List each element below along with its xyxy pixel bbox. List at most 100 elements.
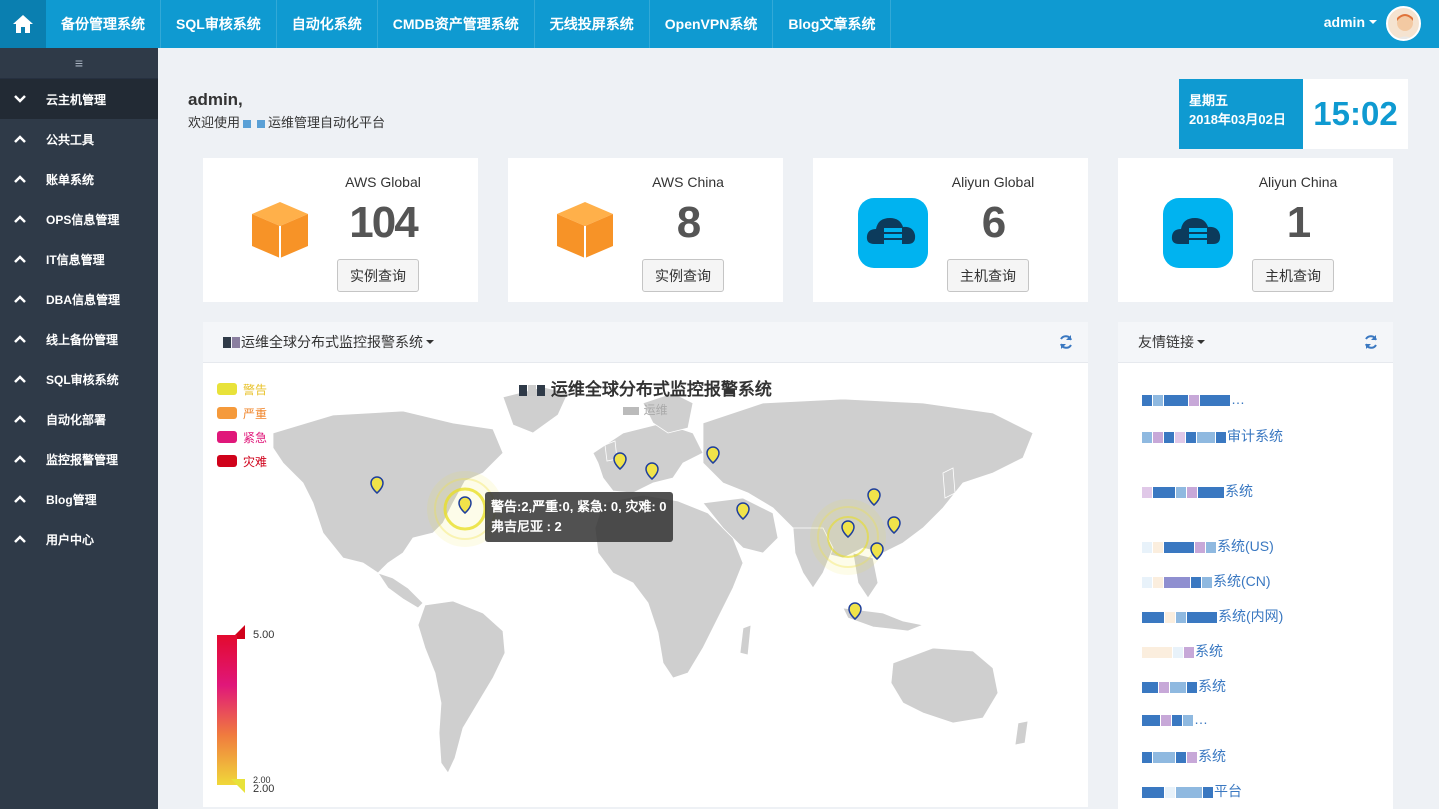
nav-backup[interactable]: 备份管理系统 bbox=[46, 0, 161, 48]
friend-link[interactable]: 系统(CN) bbox=[1142, 571, 1271, 591]
redacted-mark bbox=[519, 385, 528, 397]
nav-wireless-cast[interactable]: 无线投屏系统 bbox=[535, 0, 650, 48]
sidebar-item-online-backup[interactable]: 线上备份管理 bbox=[0, 319, 158, 359]
location-pins bbox=[370, 446, 901, 620]
legend-label: 严重 bbox=[243, 406, 268, 421]
friend-link[interactable]: 审计系统 bbox=[1142, 426, 1283, 446]
sidebar-item-label: 线上备份管理 bbox=[46, 332, 119, 347]
redacted-mark bbox=[257, 119, 266, 128]
refresh-icon[interactable] bbox=[1058, 334, 1074, 350]
pin-icon bbox=[645, 462, 659, 480]
instance-count: 104 bbox=[349, 198, 418, 247]
pin-icon bbox=[706, 446, 720, 464]
nav-openvpn[interactable]: OpenVPN系统 bbox=[650, 0, 774, 48]
chevron-down-icon bbox=[14, 95, 34, 103]
pin-icon bbox=[867, 488, 881, 506]
top-navbar: 备份管理系统 SQL审核系统 自动化系统 CMDB资产管理系统 无线投屏系统 O… bbox=[0, 0, 1439, 48]
sidebar-item-monitor-alarm[interactable]: 监控报警管理 bbox=[0, 439, 158, 479]
sidebar-item-label: SQL审核系统 bbox=[46, 372, 119, 387]
card-aliyun-china: Aliyun China 1 主机查询 bbox=[1118, 158, 1393, 302]
home-icon bbox=[13, 15, 33, 33]
friend-link[interactable]: 系统 bbox=[1142, 481, 1253, 501]
monitor-panel-header[interactable]: 运维全球分布式监控报警系统 bbox=[203, 322, 1088, 363]
instance-query-button[interactable]: 实例查询 bbox=[337, 259, 419, 292]
friend-link-text: 系统(内网) bbox=[1218, 608, 1284, 624]
redacted-mark bbox=[537, 385, 546, 397]
legend-item-disaster[interactable]: 灾难 bbox=[217, 449, 267, 473]
friend-link[interactable]: … bbox=[1142, 711, 1208, 727]
card-title: AWS Global bbox=[345, 174, 421, 190]
nav-cmdb[interactable]: CMDB资产管理系统 bbox=[378, 0, 535, 48]
world-map[interactable]: 运维全球分布式监控报警系统 运维 警告 严重 紧急 灾难 警告:2,严重:0, … bbox=[203, 363, 1088, 807]
avatar[interactable] bbox=[1386, 6, 1421, 41]
legend-swatch bbox=[217, 407, 237, 419]
pin-icon bbox=[841, 520, 855, 538]
sidebar-item-public-tools[interactable]: 公共工具 bbox=[0, 119, 158, 159]
welcome-username: admin, bbox=[188, 90, 243, 109]
nav-blog[interactable]: Blog文章系统 bbox=[773, 0, 892, 48]
links-panel-header[interactable]: 友情链接 bbox=[1118, 322, 1393, 363]
chevron-up-icon bbox=[14, 135, 34, 143]
chevron-up-icon bbox=[14, 375, 34, 383]
monitor-panel: 运维全球分布式监控报警系统 运维全球分布式监控报警系统 运维 警告 严重 紧急 … bbox=[203, 322, 1088, 807]
sidebar-item-billing[interactable]: 账单系统 bbox=[0, 159, 158, 199]
friend-link[interactable]: … bbox=[1142, 391, 1245, 407]
visual-map-min-label: 2.00 bbox=[253, 775, 271, 785]
friend-link-text: 系统 bbox=[1195, 643, 1223, 659]
card-title: AWS China bbox=[652, 174, 724, 190]
redacted-mark bbox=[623, 406, 640, 415]
sidebar-item-sql-audit[interactable]: SQL审核系统 bbox=[0, 359, 158, 399]
sidebar-item-dba-info[interactable]: DBA信息管理 bbox=[0, 279, 158, 319]
sidebar-toggle[interactable]: ≡ bbox=[0, 48, 158, 79]
map-tooltip: 警告:2,严重:0, 紧急: 0, 灾难: 0 弗吉尼亚 : 2 bbox=[485, 492, 673, 542]
chevron-up-icon bbox=[14, 215, 34, 223]
friend-link[interactable]: 系统 bbox=[1142, 676, 1226, 696]
sidebar-item-label: IT信息管理 bbox=[46, 252, 105, 267]
sidebar-item-blog[interactable]: Blog管理 bbox=[0, 479, 158, 519]
pin-icon bbox=[458, 496, 472, 514]
legend-item-warning[interactable]: 警告 bbox=[217, 377, 267, 401]
card-title: Aliyun China bbox=[1258, 174, 1338, 190]
pin-icon bbox=[370, 476, 384, 494]
range-handle-bottom-icon[interactable] bbox=[231, 779, 251, 793]
friend-link[interactable]: 系统 bbox=[1142, 641, 1223, 661]
friend-link-text: 系统(US) bbox=[1217, 538, 1274, 554]
friend-link[interactable]: 平台 bbox=[1142, 781, 1242, 801]
friend-link[interactable]: 系统 bbox=[1142, 746, 1226, 766]
sidebar-item-ops-info[interactable]: OPS信息管理 bbox=[0, 199, 158, 239]
sidebar-item-cloud-hosts[interactable]: 云主机管理 bbox=[0, 79, 158, 119]
card-aws-china: AWS China 8 实例查询 bbox=[508, 158, 783, 302]
welcome-prefix: 欢迎使用 bbox=[188, 115, 241, 130]
sidebar-item-label: 账单系统 bbox=[46, 172, 95, 187]
legend-item-severe[interactable]: 严重 bbox=[217, 401, 267, 425]
legend-label: 紧急 bbox=[243, 430, 268, 445]
sidebar: ≡ 云主机管理 公共工具 账单系统 OPS信息管理 IT信息管理 DBA信息管理… bbox=[0, 48, 158, 809]
map-subtitle-text: 运维 bbox=[643, 403, 668, 417]
instance-query-button[interactable]: 实例查询 bbox=[642, 259, 724, 292]
host-query-button[interactable]: 主机查询 bbox=[947, 259, 1029, 292]
sidebar-item-label: Blog管理 bbox=[46, 492, 97, 507]
legend-item-urgent[interactable]: 紧急 bbox=[217, 425, 267, 449]
nav-sql-audit[interactable]: SQL审核系统 bbox=[161, 0, 277, 48]
friend-link[interactable]: 系统(内网) bbox=[1142, 606, 1283, 626]
sidebar-item-it-info[interactable]: IT信息管理 bbox=[0, 239, 158, 279]
visual-map-range[interactable]: 5.00 2.00 2.00 bbox=[217, 625, 297, 799]
sidebar-item-user-center[interactable]: 用户中心 bbox=[0, 519, 158, 559]
redacted-mark bbox=[223, 336, 231, 348]
home-button[interactable] bbox=[0, 0, 46, 48]
nav-automation[interactable]: 自动化系统 bbox=[277, 0, 378, 48]
redacted-mark bbox=[232, 336, 240, 348]
sidebar-item-auto-deploy[interactable]: 自动化部署 bbox=[0, 399, 158, 439]
sidebar-item-label: DBA信息管理 bbox=[46, 292, 120, 307]
host-query-button[interactable]: 主机查询 bbox=[1252, 259, 1334, 292]
map-legend: 警告 严重 紧急 灾难 bbox=[217, 377, 267, 473]
friend-link-text: 系统 bbox=[1198, 678, 1226, 694]
friend-link[interactable]: 系统(US) bbox=[1142, 536, 1274, 556]
chevron-down-icon bbox=[426, 340, 434, 344]
main-nav: 备份管理系统 SQL审核系统 自动化系统 CMDB资产管理系统 无线投屏系统 O… bbox=[46, 0, 892, 48]
user-menu[interactable]: admin bbox=[1324, 14, 1377, 30]
visual-map-gradient bbox=[217, 635, 237, 785]
date-text: 2018年03月02日 bbox=[1189, 112, 1286, 127]
friend-link-text: 系统 bbox=[1225, 483, 1253, 499]
refresh-icon[interactable] bbox=[1363, 334, 1379, 350]
